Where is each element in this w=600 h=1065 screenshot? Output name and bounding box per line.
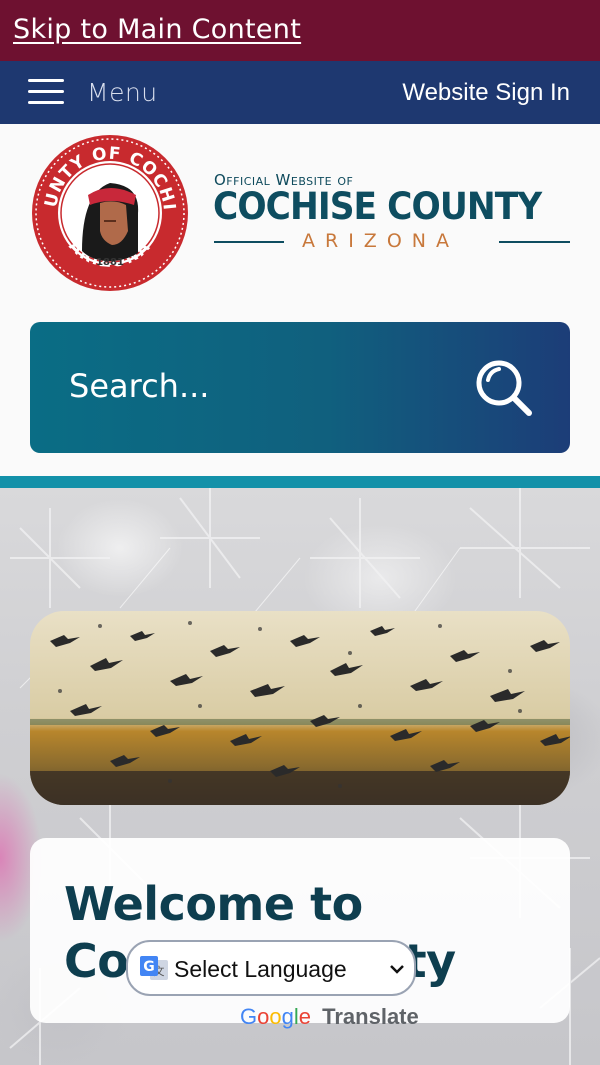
county-name-heading[interactable]: COCHISE COUNTY — [213, 185, 542, 228]
site-header: COUNTY OF COCHISE ARIZONA 1881 Official … — [0, 124, 600, 476]
google-translate-icon: 文 G — [140, 956, 168, 980]
state-subtitle: ARIZONA — [302, 230, 459, 252]
chevron-down-icon — [390, 965, 404, 974]
google-logo-letter: G — [240, 1004, 258, 1029]
hamburger-menu-icon[interactable] — [28, 79, 64, 105]
google-logo-letter: e — [298, 1004, 312, 1029]
brand-rule-left — [214, 241, 284, 243]
skip-bar: Skip to Main Content — [0, 0, 600, 61]
svg-text:G: G — [143, 959, 155, 975]
google-logo-letter: g — [281, 1004, 294, 1029]
county-seal-logo[interactable]: COUNTY OF COCHISE ARIZONA 1881 — [30, 133, 190, 293]
select-language-label: Select Language — [174, 956, 347, 982]
translate-label: Translate — [322, 1004, 419, 1029]
sandhill-cranes-photo[interactable] — [30, 611, 570, 805]
search-input[interactable]: Search... — [69, 367, 209, 405]
google-logo-letter: o — [257, 1004, 270, 1029]
website-sign-in-link[interactable]: Website Sign In — [402, 79, 570, 107]
top-nav-bar: Menu Website Sign In — [0, 61, 600, 124]
svg-text:1881: 1881 — [96, 257, 124, 268]
site-search-bar[interactable]: Search... — [30, 322, 570, 453]
powered-by-google-translate[interactable]: Google Translate — [240, 1004, 419, 1030]
brand-rule-right — [499, 241, 570, 243]
hero-section: Welcome to Cochise County 文 G Select Lan… — [0, 488, 600, 1065]
search-icon[interactable] — [474, 358, 534, 418]
menu-button[interactable]: Menu — [87, 78, 158, 107]
skip-to-main-content-link[interactable]: Skip to Main Content — [13, 14, 301, 45]
header-divider — [0, 476, 600, 488]
select-language-dropdown[interactable]: 文 G Select Language — [126, 940, 416, 996]
google-logo-letter: o — [269, 1004, 282, 1029]
